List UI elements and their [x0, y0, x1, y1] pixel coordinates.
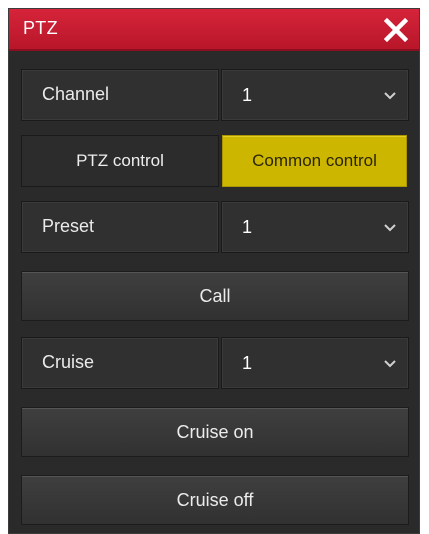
chevron-down-icon	[382, 356, 398, 372]
cruise-select[interactable]: 1	[221, 337, 409, 389]
channel-label: Channel	[42, 84, 110, 104]
channel-row: Channel 1	[21, 69, 409, 121]
dialog-title: PTZ	[23, 18, 58, 38]
preset-select[interactable]: 1	[221, 201, 409, 253]
preset-row: Preset 1	[21, 201, 409, 253]
close-icon[interactable]	[379, 13, 413, 47]
preset-label: Preset	[42, 216, 95, 236]
control-tabs: PTZ control Common control	[21, 135, 409, 187]
preset-value: 1	[242, 217, 253, 237]
channel-label-cell: Channel	[21, 69, 219, 121]
cruise-label: Cruise	[42, 352, 95, 372]
cruise-off-button[interactable]: Cruise off	[21, 475, 409, 525]
channel-select[interactable]: 1	[221, 69, 409, 121]
chevron-down-icon	[382, 88, 398, 104]
title-bar: PTZ	[9, 9, 419, 51]
preset-label-cell: Preset	[21, 201, 219, 253]
cruise-row: Cruise 1	[21, 337, 409, 389]
cruise-label-cell: Cruise	[21, 337, 219, 389]
call-button[interactable]: Call	[21, 271, 409, 321]
tab-common-control[interactable]: Common control	[222, 135, 407, 187]
channel-value: 1	[242, 85, 253, 105]
tab-ptz-control[interactable]: PTZ control	[21, 135, 219, 187]
ptz-dialog: PTZ Channel 1 PTZ control Common control…	[8, 8, 420, 534]
chevron-down-icon	[382, 220, 398, 236]
cruise-on-button[interactable]: Cruise on	[21, 407, 409, 457]
cruise-value: 1	[242, 353, 253, 373]
